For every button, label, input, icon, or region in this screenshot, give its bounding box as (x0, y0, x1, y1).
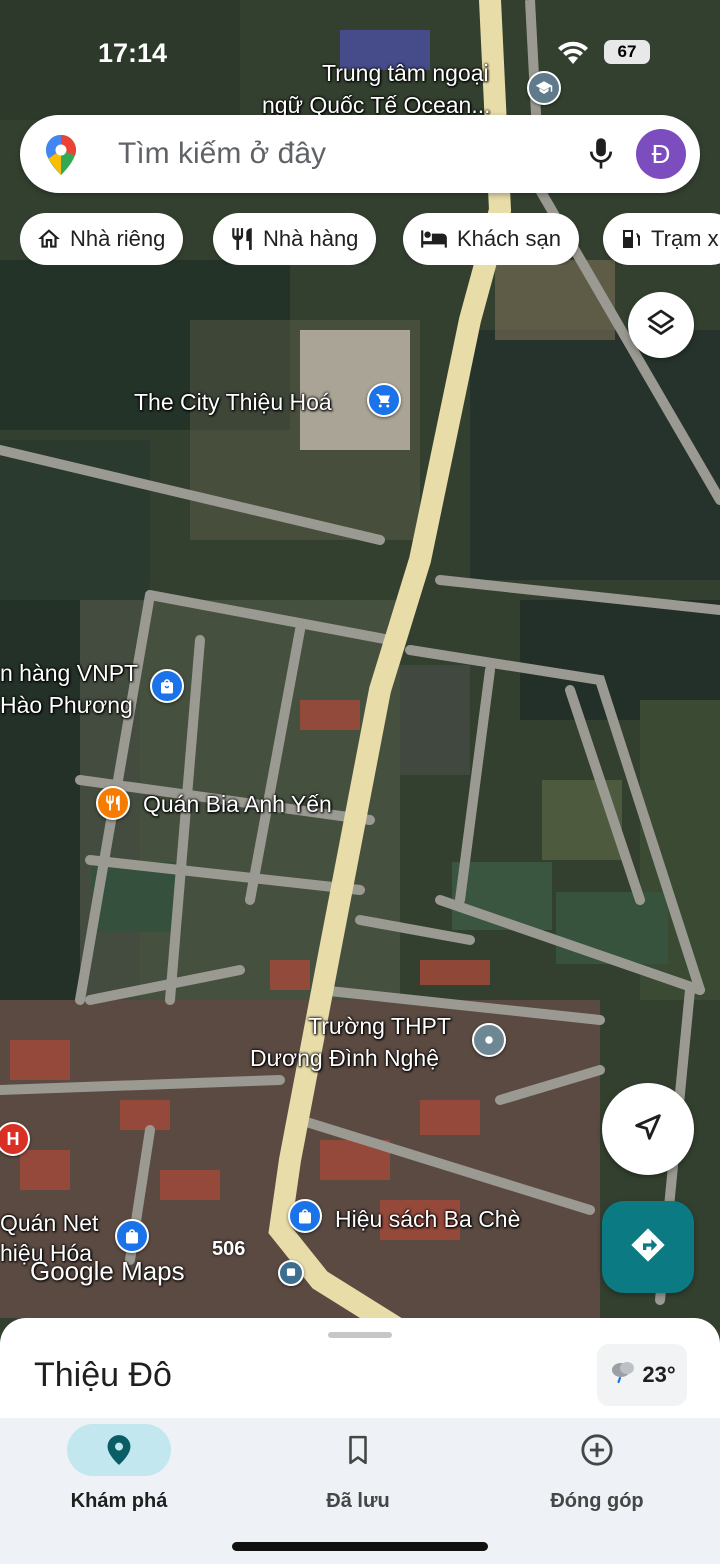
poi-label-hieu-sach[interactable]: Hiệu sách Ba Chè (335, 1206, 520, 1232)
poi-label-line: Trung tâm ngoại (322, 60, 489, 86)
shopping-bag-marker-icon[interactable] (150, 669, 184, 703)
poi-label-the-city[interactable]: The City Thiệu Hoá (134, 389, 332, 415)
my-location-button[interactable] (602, 1083, 694, 1175)
nav-contribute[interactable]: Đóng góp (497, 1418, 697, 1513)
nav-label: Khám phá (70, 1490, 168, 1512)
google-maps-logo: Google Maps (30, 1256, 185, 1286)
nav-explore[interactable]: Khám phá (19, 1418, 219, 1513)
directions-button[interactable] (602, 1201, 694, 1293)
search-bar[interactable]: Tìm kiếm ở đây Đ (20, 115, 700, 193)
road-number-label: 506 (212, 1238, 246, 1260)
poi-label-quan-net[interactable]: Quán Net (0, 1210, 98, 1236)
nav-label: Đã lưu (326, 1490, 390, 1512)
chip-home[interactable]: Nhà riêng (20, 213, 184, 265)
wifi-icon (556, 40, 590, 71)
school-pin-marker-icon[interactable] (472, 1023, 506, 1057)
directions-icon (628, 1225, 668, 1270)
hospital-letter: H (6, 1128, 20, 1149)
chip-label: Khách sạn (457, 226, 561, 251)
shopping-bag-marker-icon[interactable] (115, 1219, 149, 1253)
weather-rain-icon (608, 1357, 638, 1393)
place-name: Thiệu Đô (34, 1356, 172, 1394)
category-chips: Nhà riêng Nhà hàng Khách sạn Trạm x (20, 213, 720, 265)
chip-label: Nhà riêng (70, 226, 166, 251)
bookmark-icon (306, 1424, 410, 1476)
chip-hotel[interactable]: Khách sạn (403, 213, 579, 265)
poi-label-truong[interactable]: Trường THPT (308, 1013, 451, 1039)
chip-restaurant[interactable]: Nhà hàng (213, 213, 377, 265)
layers-button[interactable] (628, 292, 694, 358)
home-indicator[interactable] (232, 1542, 488, 1551)
sheet-drag-handle[interactable] (328, 1332, 392, 1338)
poi-label-quan-bia[interactable]: Quán Bia Anh Yến (143, 791, 332, 817)
chip-label: Nhà hàng (263, 226, 359, 251)
hotel-icon (419, 226, 449, 252)
shopping-cart-marker-icon[interactable] (367, 383, 401, 417)
bottom-sheet[interactable]: Thiệu Đô 23° (0, 1318, 720, 1418)
school-marker-icon[interactable] (527, 71, 561, 105)
chip-gas-station[interactable]: Trạm x (603, 213, 720, 265)
nav-saved[interactable]: Đã lưu (258, 1418, 458, 1513)
poi-label-vnpt[interactable]: n hàng VNPT (0, 660, 138, 686)
temperature: 23° (642, 1362, 676, 1387)
layers-icon (645, 307, 677, 344)
microphone-icon[interactable] (586, 137, 616, 176)
gas-station-icon (619, 226, 643, 252)
nav-label: Đóng góp (550, 1490, 644, 1512)
add-circle-icon (545, 1424, 649, 1476)
shopping-bag-marker-icon[interactable] (288, 1199, 322, 1233)
restaurant-icon (229, 226, 255, 252)
google-maps-pin-icon (46, 135, 76, 180)
restaurant-marker-icon[interactable] (96, 786, 130, 820)
bus-stop-icon[interactable] (278, 1260, 304, 1286)
explore-pin-icon (67, 1424, 171, 1476)
search-placeholder[interactable]: Tìm kiếm ở đây (118, 137, 326, 171)
weather-chip[interactable]: 23° (597, 1344, 687, 1406)
poi-label-truong-2[interactable]: Dương Đình Nghệ (250, 1045, 439, 1071)
navigation-arrow-icon (631, 1110, 665, 1149)
avatar[interactable]: Đ (636, 129, 686, 179)
chip-label: Trạm x (651, 226, 719, 251)
home-icon (36, 226, 62, 252)
status-time: 17:14 (98, 38, 168, 68)
battery-indicator: 67 (604, 40, 650, 64)
poi-label-ocean[interactable]: Trung tâm ngoại (322, 60, 489, 86)
poi-label-vnpt-2[interactable]: Hào Phương (0, 692, 133, 718)
